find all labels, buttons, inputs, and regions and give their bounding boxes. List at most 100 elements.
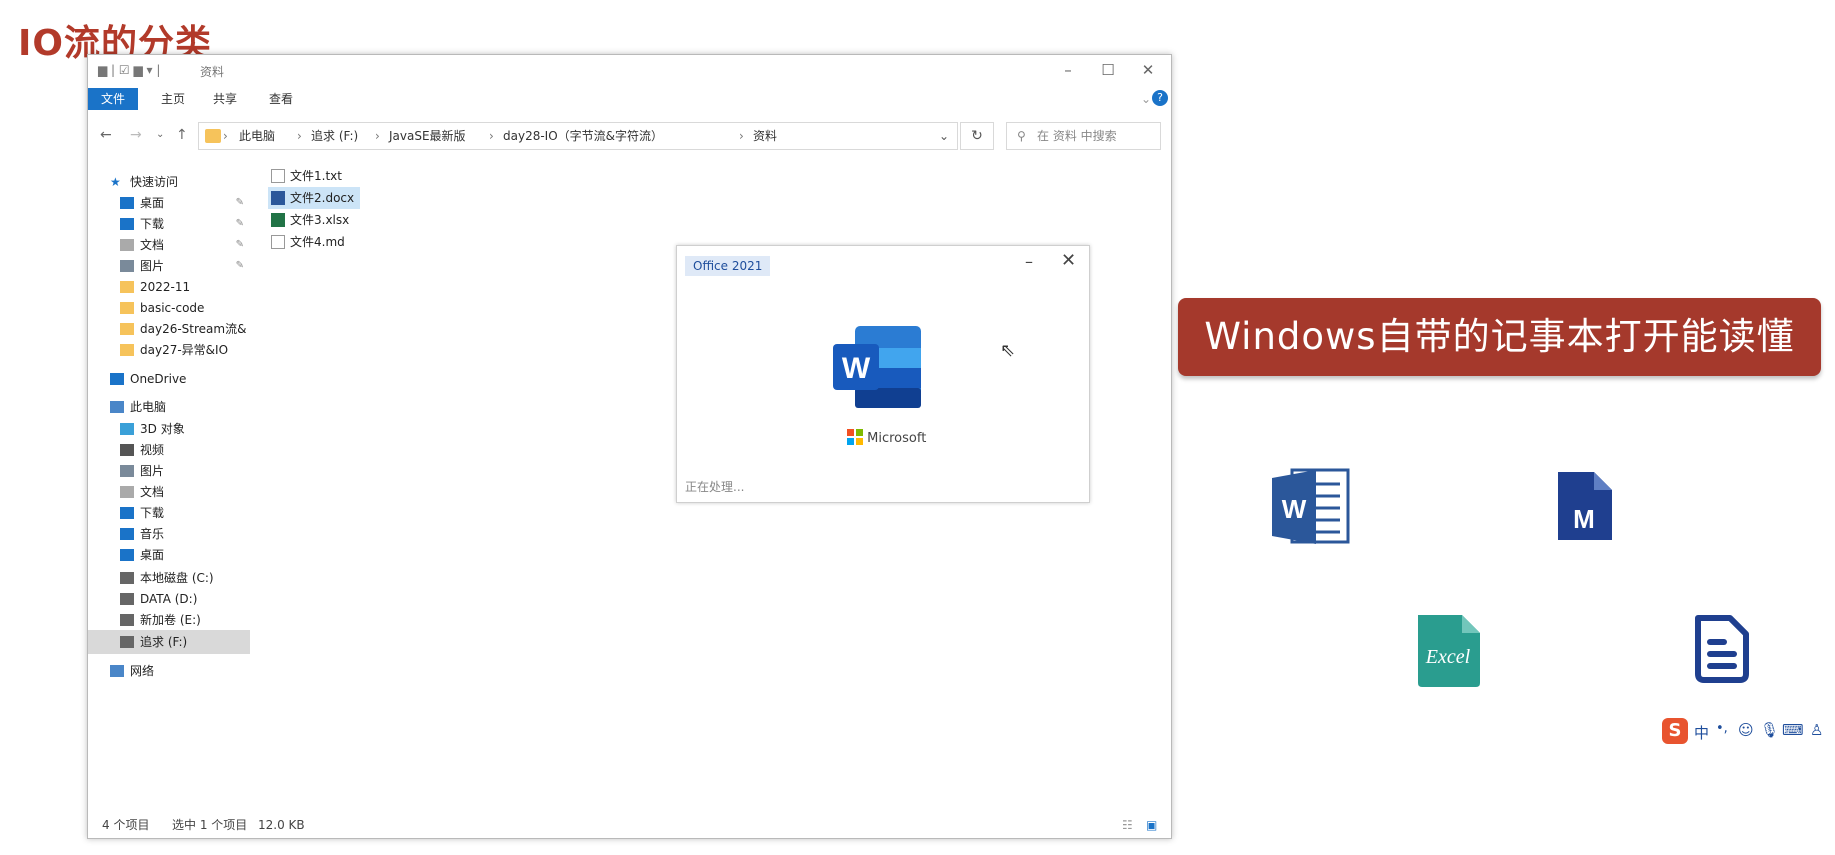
- computer-icon: [110, 401, 124, 413]
- crumb[interactable]: JavaSE最新版: [389, 123, 466, 149]
- svg-text:W: W: [1282, 494, 1307, 524]
- search-icon: ⚲: [1017, 129, 1026, 143]
- ime-logo-icon[interactable]: S: [1662, 718, 1688, 744]
- nav-item[interactable]: 桌面: [88, 543, 250, 567]
- splash-minimize-button[interactable]: –: [1025, 252, 1033, 271]
- drive-icon: [120, 593, 134, 605]
- folder-icon: ▆ | ☑ ▆ ▾ |: [98, 63, 161, 77]
- picture-icon: [120, 465, 134, 477]
- nav-item-label: 网络: [130, 664, 155, 678]
- microsoft-brand: Microsoft: [847, 429, 926, 449]
- crumb[interactable]: 此电脑: [239, 123, 275, 149]
- item-count: 4 个项目: [102, 818, 150, 832]
- text-document-icon: [1695, 615, 1749, 683]
- file-name: 文件2.docx: [290, 191, 355, 205]
- folder-icon: [120, 281, 134, 293]
- svg-text:Excel: Excel: [1425, 646, 1471, 668]
- keyboard-icon[interactable]: ⌨: [1782, 721, 1804, 739]
- details-view-icon[interactable]: ☷: [1122, 813, 1133, 837]
- office-splash-dialog: Office 2021 – ✕ W Microsoft 正在处理...: [676, 245, 1090, 503]
- network-icon: [110, 665, 124, 677]
- large-icons-view-icon[interactable]: ▣: [1146, 813, 1157, 837]
- tab-file[interactable]: 文件: [88, 88, 139, 110]
- emoji-icon[interactable]: ☺: [1738, 721, 1754, 739]
- user-icon[interactable]: ♙: [1810, 721, 1823, 739]
- ime-punct[interactable]: •,: [1716, 721, 1728, 736]
- document-icon: [120, 239, 134, 251]
- md-file-icon: [271, 235, 285, 249]
- desktop-icon: [120, 549, 134, 561]
- tab-share[interactable]: 共享: [200, 88, 250, 110]
- file-item[interactable]: 文件4.md: [268, 231, 351, 253]
- excel-file-icon: Excel: [1418, 615, 1480, 687]
- nav-item[interactable]: 新加卷 (E:): [88, 608, 250, 632]
- word-file-icon: [271, 191, 285, 205]
- nav-item-label: 追求 (F:): [140, 635, 188, 649]
- star-icon: ★: [110, 175, 121, 189]
- drive-icon: [120, 614, 134, 626]
- explorer-title-bar: ▆ | ☑ ▆ ▾ | 资料 – ☐ ✕: [88, 55, 1171, 85]
- nav-item-label: 此电脑: [130, 400, 167, 414]
- navigation-pane: ★ 快速访问 桌面 ✎ 下载 ✎ 文档 ✎ 图片 ✎ 2022-11 basic-code day26-…: [88, 170, 250, 790]
- forward-arrow-icon[interactable]: →: [130, 127, 142, 143]
- address-dropdown-icon[interactable]: ⌄: [939, 123, 949, 149]
- nav-item[interactable]: OneDrive: [88, 367, 250, 391]
- recent-chevron-icon[interactable]: ⌄: [156, 129, 164, 140]
- microsoft-logo-icon: [847, 429, 863, 445]
- help-icon[interactable]: ?: [1152, 90, 1168, 106]
- search-input[interactable]: ⚲ 在 资料 中搜索: [1006, 122, 1161, 150]
- tab-home[interactable]: 主页: [148, 88, 198, 110]
- crumb[interactable]: 资料: [753, 123, 777, 149]
- video-icon: [120, 444, 134, 456]
- ime-toolbar[interactable]: S 中 •, ☺ 🎙︎ ⌨ ♙: [1662, 718, 1832, 744]
- drive-icon: [120, 572, 134, 584]
- maximize-button[interactable]: ☐: [1088, 59, 1128, 81]
- refresh-button[interactable]: ↻: [960, 122, 994, 150]
- ribbon-tabs: 文件 主页 共享 查看 ⌄ ?: [88, 85, 1171, 111]
- close-button[interactable]: ✕: [1128, 59, 1168, 81]
- txt-file-icon: [271, 169, 285, 183]
- nav-item-label: 新加卷 (E:): [140, 613, 201, 627]
- word-logo-icon: W: [833, 326, 921, 408]
- excel-file-icon: [271, 213, 285, 227]
- file-item[interactable]: 文件3.xlsx: [268, 209, 355, 231]
- address-bar-row: ← → ⌄ ↑ › 此电脑 › 追求 (F:) › JavaSE最新版 › da…: [88, 119, 1171, 153]
- banner-text: Windows自带的记事本打开能读懂: [1204, 315, 1795, 358]
- nav-item-label: day27-异常&IO: [140, 343, 229, 357]
- selected-size: 12.0 KB: [258, 818, 305, 832]
- svg-text:M: M: [1573, 504, 1595, 534]
- window-title: 资料: [200, 65, 225, 79]
- cloud-icon: [110, 373, 124, 385]
- ime-mode[interactable]: 中: [1694, 722, 1709, 743]
- file-list: 文件1.txt 文件2.docx 文件3.xlsx 文件4.md: [268, 165, 568, 285]
- file-name: 文件1.txt: [290, 169, 342, 183]
- crumb[interactable]: day28-IO（字节流&字符流）: [503, 123, 663, 149]
- download-icon: [120, 218, 134, 230]
- picture-icon: [120, 260, 134, 272]
- back-arrow-icon[interactable]: ←: [100, 127, 112, 143]
- up-arrow-icon[interactable]: ↑: [176, 127, 188, 143]
- mouse-cursor-icon: ⇖: [1000, 340, 1016, 361]
- mic-icon[interactable]: 🎙︎: [1760, 721, 1779, 739]
- selected-count: 选中 1 个项目: [172, 818, 248, 832]
- nav-item[interactable]: 网络: [88, 659, 250, 683]
- markdown-file-icon: M: [1558, 472, 1612, 540]
- minimize-button[interactable]: –: [1048, 59, 1088, 81]
- nav-item-label: 桌面: [140, 548, 165, 562]
- folder-icon: [205, 129, 221, 143]
- status-bar: 4 个项目 选中 1 个项目 12.0 KB ☷ ▣: [88, 813, 1171, 837]
- svg-text:W: W: [842, 352, 871, 385]
- nav-item[interactable]: 追求 (F:): [88, 630, 250, 654]
- file-item[interactable]: 文件2.docx: [268, 187, 361, 209]
- desktop-icon: [120, 197, 134, 209]
- crumb[interactable]: 追求 (F:): [311, 123, 358, 149]
- splash-close-button[interactable]: ✕: [1061, 250, 1076, 271]
- nav-item[interactable]: 此电脑: [88, 395, 250, 419]
- address-breadcrumb[interactable]: › 此电脑 › 追求 (F:) › JavaSE最新版 › day28-IO（字…: [198, 122, 958, 150]
- tab-view[interactable]: 查看: [256, 88, 306, 110]
- nav-item[interactable]: day27-异常&IO: [88, 338, 250, 362]
- file-item[interactable]: 文件1.txt: [268, 165, 348, 187]
- annotation-banner: Windows自带的记事本打开能读懂: [1178, 298, 1821, 376]
- document-icon: [120, 486, 134, 498]
- folder-icon: [120, 323, 134, 335]
